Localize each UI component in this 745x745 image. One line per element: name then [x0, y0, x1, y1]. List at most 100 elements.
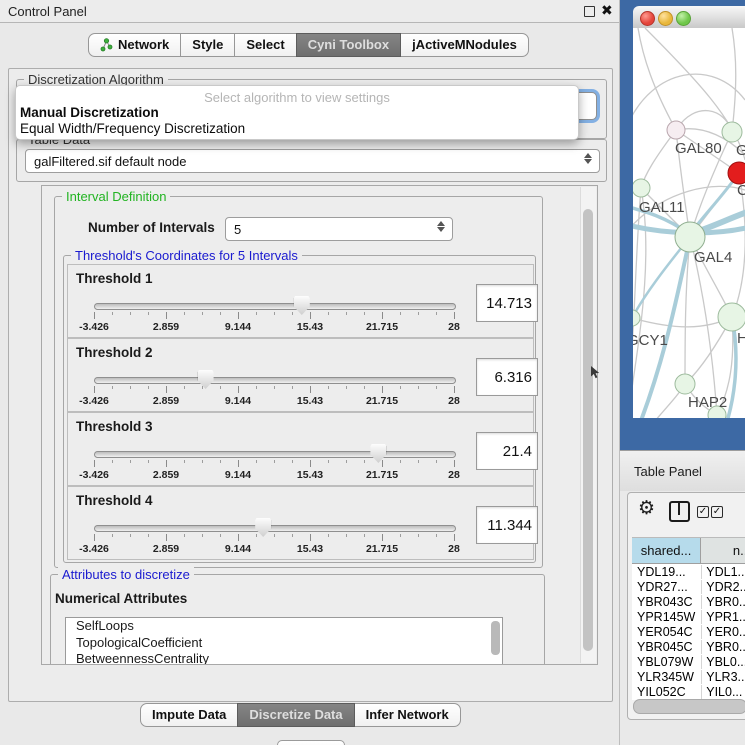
window-close-icon[interactable]	[640, 11, 655, 26]
svg-text:GAL80: GAL80	[675, 140, 722, 157]
settings-scrollbar-thumb[interactable]	[583, 209, 593, 651]
window-minimize-icon[interactable]	[658, 11, 673, 26]
split-columns-icon[interactable]	[669, 501, 690, 522]
threshold-4-row: Threshold 4 -3.4262.8599.14415.4321.7152…	[67, 486, 534, 560]
svg-text:GA: GA	[736, 142, 745, 159]
algorithm-option-equal-width[interactable]: Equal Width/Frequency Discretization	[20, 121, 245, 136]
combo-stepper-icon	[436, 221, 445, 232]
column-header-shared-name[interactable]: shared...	[632, 538, 701, 563]
slider-tick-labels: -3.4262.8599.14415.4321.71528	[94, 321, 454, 333]
interval-definition-title: Interval Definition	[62, 189, 170, 204]
tab-cyni-toolbox[interactable]: Cyni Toolbox	[296, 33, 401, 57]
slider-tick-labels: -3.4262.8599.14415.4321.71528	[94, 543, 454, 555]
threshold-2-slider[interactable]: -3.4262.8599.14415.4321.71528	[94, 375, 454, 409]
threshold-1-row: Threshold 1 -3.4262.8599.14415.4321.7152…	[67, 264, 534, 338]
number-of-intervals-label: Number of Intervals	[88, 220, 215, 235]
slider-track[interactable]	[94, 451, 456, 458]
threshold-4-slider[interactable]: -3.4262.8599.14415.4321.71528	[94, 523, 454, 557]
checkbox-icon[interactable]: ✓	[711, 506, 723, 518]
svg-text:C: C	[737, 182, 745, 199]
table-panel-titlebar: Table Panel	[620, 450, 745, 491]
apply-button[interactable]: Apply	[277, 740, 345, 745]
slider-ticks	[94, 460, 454, 468]
network-canvas[interactable]: GAL80GACGAL11GAL4GCY1HHAP2	[633, 28, 745, 418]
threshold-1-slider[interactable]: -3.4262.8599.14415.4321.71528	[94, 301, 454, 335]
table-row[interactable]: YBR045CYBR0...	[632, 639, 745, 654]
table-row[interactable]: YIL052CYIL0...	[632, 684, 745, 699]
algorithm-dropdown-popup: Select algorithm to view settings Manual…	[15, 85, 579, 140]
threshold-2-row: Threshold 2 -3.4262.8599.14415.4321.7152…	[67, 338, 534, 412]
tab-network[interactable]: Network	[88, 33, 181, 57]
table-data-combobox[interactable]: galFiltered.sif default node	[25, 149, 600, 173]
top-tab-bar: Network Style Select Cyni Toolbox jActiv…	[88, 33, 529, 57]
attributes-group: Attributes to discretize Numerical Attri…	[50, 574, 545, 665]
mouse-cursor	[591, 366, 601, 379]
slider-ticks	[94, 386, 454, 394]
settings-scroll-pane: Interval Definition Number of Intervals …	[41, 185, 598, 665]
threshold-4-label: Threshold 4	[76, 493, 153, 508]
table-row[interactable]: YBR043CYBR0...	[632, 594, 745, 609]
thresholds-group-title: Threshold's Coordinates for 5 Intervals	[71, 248, 302, 263]
table-data-combo-value: galFiltered.sif default node	[34, 154, 186, 169]
combo-stepper-icon	[583, 153, 592, 164]
attributes-list-scrollbar[interactable]	[491, 621, 500, 655]
threshold-4-value-field[interactable]: 11.344	[476, 506, 538, 544]
cyni-content-panel: Discretization Algorithm Select algorith…	[8, 68, 613, 702]
network-icon	[100, 38, 113, 52]
tab-style[interactable]: Style	[180, 33, 235, 57]
application-window: Control Panel ✖ Network Style Select Cyn…	[0, 0, 745, 745]
table-row[interactable]: YBL079WYBL0...	[632, 654, 745, 669]
attribute-item[interactable]: TopologicalCoefficient	[66, 635, 502, 652]
svg-text:H: H	[737, 330, 745, 347]
algorithm-hint-text: Select algorithm to view settings	[16, 90, 578, 105]
network-window-titlebar[interactable]	[633, 6, 745, 29]
settings-scrollbar-track[interactable]	[580, 187, 596, 663]
right-side-area: GAL80GACGAL11GAL4GCY1HHAP2 Table Panel ⚙…	[620, 0, 745, 745]
float-panel-icon[interactable]	[584, 6, 595, 17]
network-view-frame: GAL80GACGAL11GAL4GCY1HHAP2	[620, 0, 745, 450]
close-panel-icon[interactable]: ✖	[601, 2, 613, 19]
interval-definition-group: Interval Definition Number of Intervals …	[54, 196, 543, 568]
table-row[interactable]: YDL19...YDL1...	[632, 564, 745, 579]
table-row[interactable]: YDR27...YDR2...	[632, 579, 745, 594]
tab-network-label: Network	[118, 37, 169, 52]
table-row[interactable]: YPR145WYPR1...	[632, 609, 745, 624]
table-horizontal-scrollbar[interactable]	[633, 699, 745, 714]
numerical-attributes-list[interactable]: SelfLoops TopologicalCoefficient Between…	[65, 617, 503, 665]
table-row[interactable]: YER054CYER0...	[632, 624, 745, 639]
tab-impute-data[interactable]: Impute Data	[140, 703, 238, 727]
threshold-2-label: Threshold 2	[76, 345, 153, 360]
threshold-3-slider[interactable]: -3.4262.8599.14415.4321.71528	[94, 449, 454, 483]
threshold-3-label: Threshold 3	[76, 419, 153, 434]
threshold-3-value-field[interactable]: 21.4	[476, 432, 538, 470]
tab-discretize-data[interactable]: Discretize Data	[237, 703, 354, 727]
svg-text:GAL4: GAL4	[694, 249, 732, 266]
attribute-item[interactable]: BetweennessCentrality	[66, 651, 502, 665]
threshold-1-value-field[interactable]: 14.713	[476, 284, 538, 322]
threshold-3-row: Threshold 3 -3.4262.8599.14415.4321.7152…	[67, 412, 534, 486]
attribute-item[interactable]: SelfLoops	[66, 618, 502, 635]
column-header-name[interactable]: n...	[701, 538, 745, 563]
slider-track[interactable]	[94, 303, 456, 310]
number-of-intervals-value: 5	[234, 222, 241, 237]
window-zoom-icon[interactable]	[676, 11, 691, 26]
tab-select[interactable]: Select	[234, 33, 296, 57]
table-subpanel: ⚙ ✓ ✓ shared... n... YDL19...YDL1... YDR…	[627, 492, 745, 720]
svg-text:HAP2: HAP2	[688, 394, 727, 411]
gear-icon[interactable]: ⚙	[638, 499, 655, 518]
number-of-intervals-combobox[interactable]: 5	[225, 217, 453, 241]
table-row[interactable]: YLR345WYLR3...	[632, 669, 745, 684]
slider-track[interactable]	[94, 525, 456, 532]
svg-text:GCY1: GCY1	[633, 332, 668, 349]
numerical-attributes-heading: Numerical Attributes	[55, 591, 187, 606]
slider-track[interactable]	[94, 377, 456, 384]
algorithm-option-manual[interactable]: Manual Discretization	[20, 105, 159, 120]
control-panel: Control Panel ✖ Network Style Select Cyn…	[0, 0, 620, 745]
slider-ticks	[94, 312, 454, 320]
tab-infer-network[interactable]: Infer Network	[354, 703, 461, 727]
threshold-2-value-field[interactable]: 6.316	[476, 358, 538, 396]
attributes-group-title: Attributes to discretize	[58, 567, 194, 582]
node-attribute-table: shared... n... YDL19...YDL1... YDR27...Y…	[632, 537, 745, 700]
checkbox-icon[interactable]: ✓	[697, 506, 709, 518]
tab-jactivemnodules[interactable]: jActiveMNodules	[400, 33, 529, 57]
